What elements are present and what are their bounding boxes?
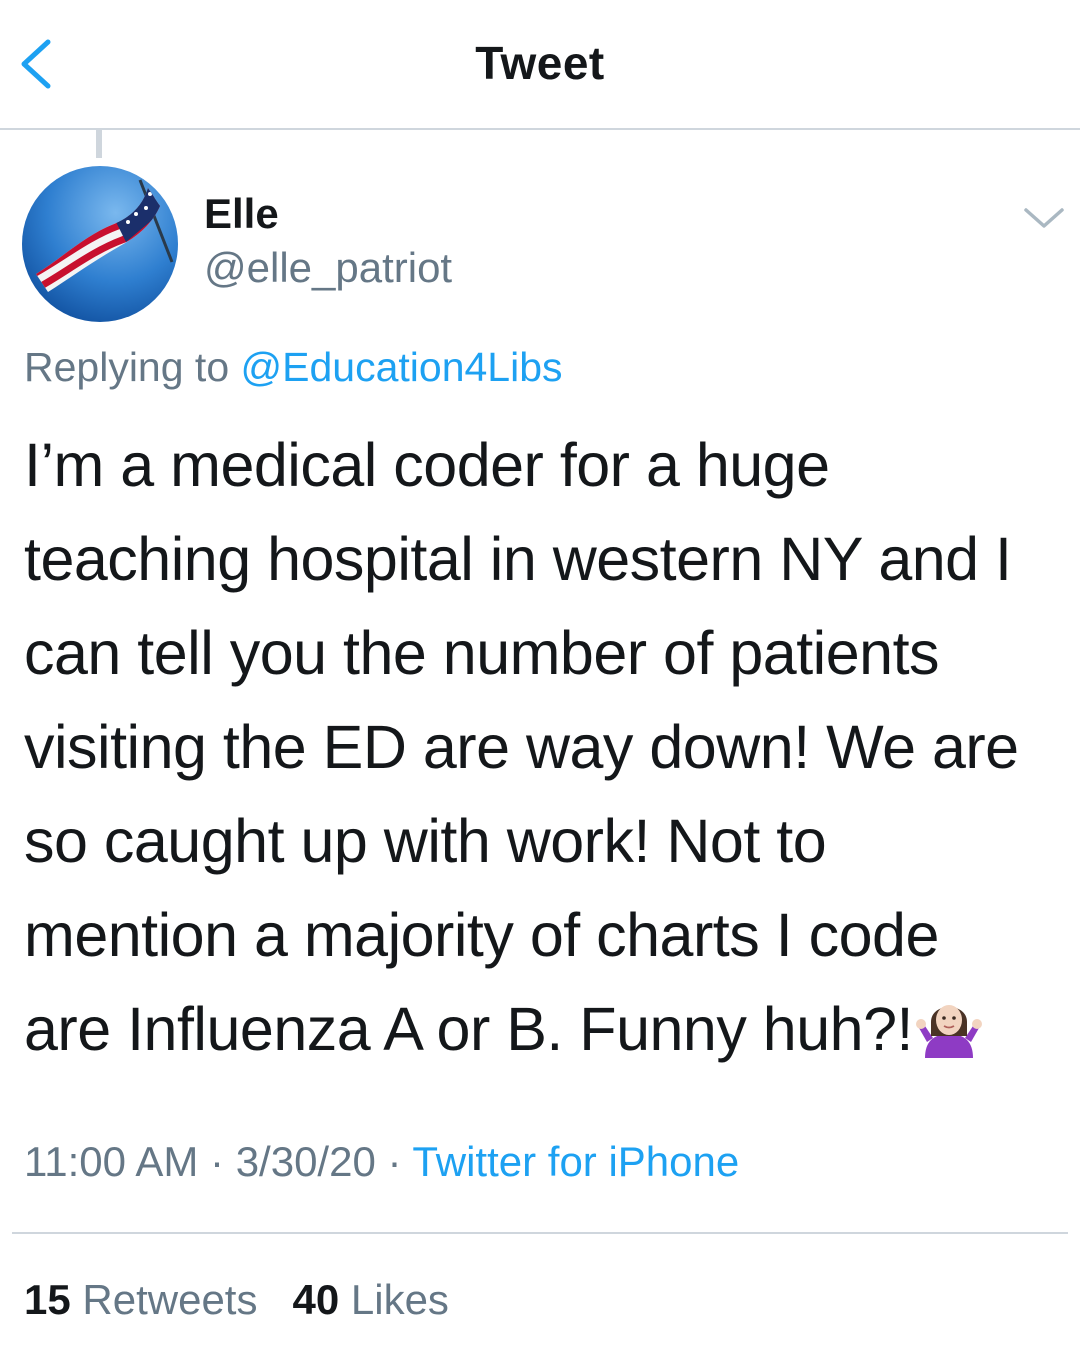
tweet-stats: 15 Retweets 40 Likes xyxy=(24,1276,449,1324)
likes-label: Likes xyxy=(350,1276,449,1323)
likes-stat[interactable]: 40 Likes xyxy=(292,1276,448,1323)
author-display-name[interactable]: Elle xyxy=(204,190,279,238)
chevron-down-icon xyxy=(1024,208,1064,228)
avatar[interactable] xyxy=(22,166,178,322)
tweet-text-line: are Influenza A or B. Funny huh?! xyxy=(24,995,913,1063)
tweet-text-line: visiting the ED are way down! We are xyxy=(24,713,1019,781)
tweet-source-link[interactable]: Twitter for iPhone xyxy=(412,1138,739,1185)
meta-separator: · xyxy=(387,1138,402,1185)
tweet-text-line: can tell you the number of patients xyxy=(24,619,940,687)
tweet-text-line: so caught up with work! Not to xyxy=(24,807,827,875)
tweet-date: 3/30/20 xyxy=(235,1138,376,1185)
retweets-label: Retweets xyxy=(82,1276,258,1323)
replying-prefix: Replying to xyxy=(24,344,230,390)
author-handle[interactable]: @elle_patriot xyxy=(204,244,452,292)
meta-separator: · xyxy=(210,1138,225,1185)
tweet-menu-button[interactable] xyxy=(1020,200,1068,236)
tweet-body: I’m a medical coder for a huge teaching … xyxy=(24,418,1064,1076)
tweet-text-line: mention a majority of charts I code xyxy=(24,901,939,969)
replying-to-mention-link[interactable]: @Education4Libs xyxy=(241,344,563,390)
page-title: Tweet xyxy=(475,37,605,89)
tweet-text-last-line: are Influenza A or B. Funny huh?! xyxy=(24,982,1064,1076)
top-bar: Tweet xyxy=(0,0,1080,130)
likes-count: 40 xyxy=(292,1276,340,1323)
tweet-metadata: 11:00 AM · 3/30/20 · Twitter for iPhone xyxy=(24,1138,739,1186)
retweets-stat[interactable]: 15 Retweets xyxy=(24,1276,257,1323)
retweets-count: 15 xyxy=(24,1276,71,1323)
tweet-text-line: teaching hospital in western NY and I xyxy=(24,525,1012,593)
replying-to: Replying to @Education4Libs xyxy=(24,344,563,391)
woman-shrugging-emoji-icon xyxy=(915,992,983,1060)
tweet-text-line: I’m a medical coder for a huge xyxy=(24,431,830,499)
american-flag-avatar xyxy=(22,166,178,322)
tweet-time: 11:00 AM xyxy=(24,1138,199,1185)
thread-connector-line xyxy=(96,130,102,158)
stats-divider xyxy=(12,1232,1068,1234)
